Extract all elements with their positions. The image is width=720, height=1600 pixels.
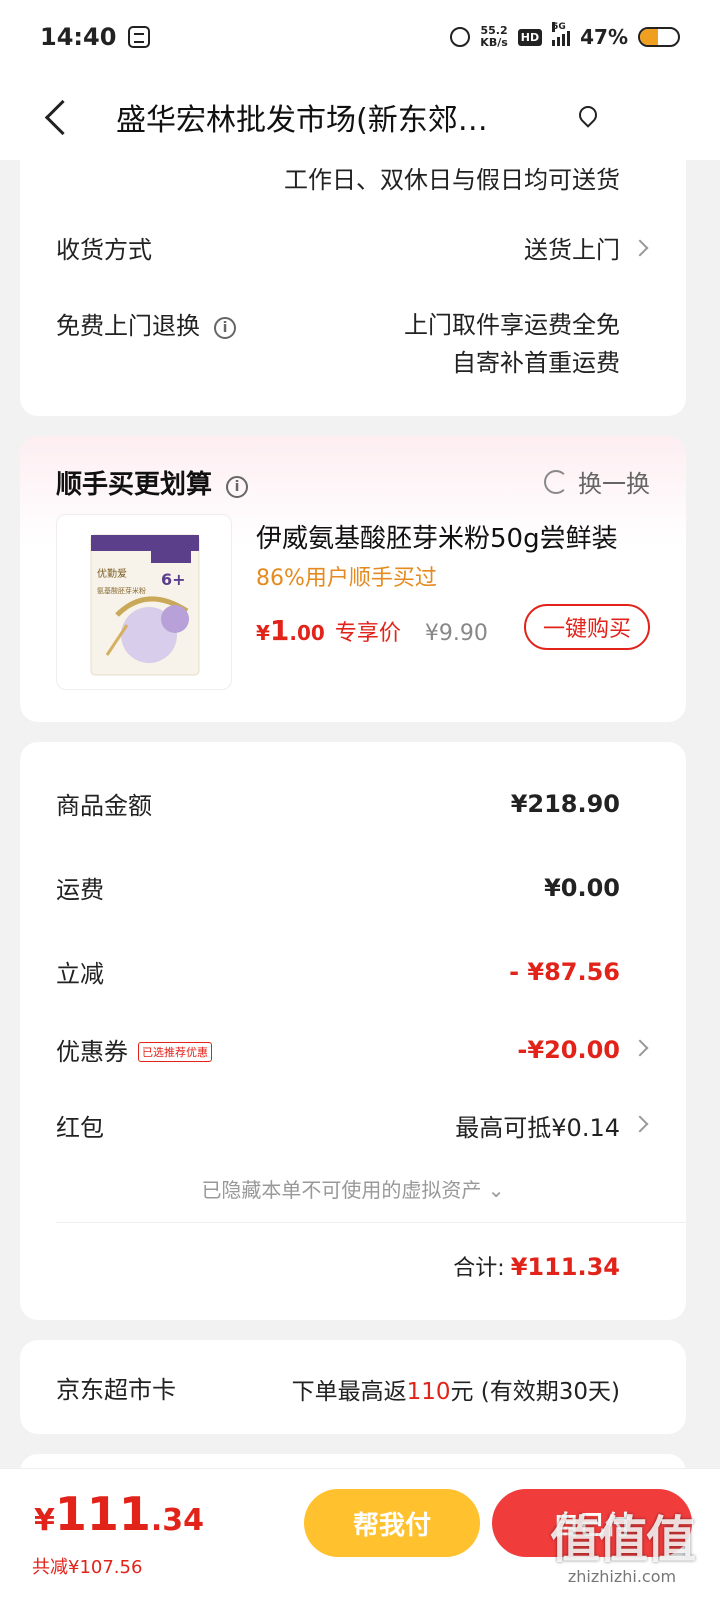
coupon-label-text: 优惠券 <box>56 1038 128 1066</box>
package-age: 6+ <box>161 570 186 589</box>
discount-label: 立减 <box>56 960 104 988</box>
hd-icon: HD <box>517 28 543 46</box>
supermarket-card-value: 下单最高返110元 (有效期30天) <box>292 1372 620 1406</box>
red-packet-label: 红包 <box>56 1114 104 1142</box>
page-title[interactable]: 盛华宏林批发市场(新东郊… <box>116 95 546 139</box>
battery-percent: 47% <box>580 25 628 49</box>
info-icon[interactable]: i <box>214 317 236 339</box>
divider <box>56 1222 686 1223</box>
price-symbol: ¥ <box>256 621 270 645</box>
social-proof: 86%用户顺手买过 <box>256 566 437 591</box>
free-return-row: 免费上门退换 i 上门取件享运费全免 自寄补首重运费 <box>56 306 620 382</box>
help-me-pay-button[interactable]: 帮我付 <box>304 1489 480 1557</box>
red-packet-value[interactable]: 最高可抵¥0.14 <box>455 1108 620 1143</box>
free-return-value-2: 自寄补首重运费 <box>452 349 620 377</box>
delivery-method-label: 收货方式 <box>56 236 152 264</box>
order-summary-card: 商品金额 ¥218.90 运费 ¥0.00 立减 - ¥87.56 优惠券 已选推… <box>20 742 686 1320</box>
total-label: 合计: <box>453 1256 505 1281</box>
message-icon <box>128 26 151 48</box>
shipping-value: ¥0.00 <box>544 873 620 902</box>
price-decimal: .00 <box>289 621 325 645</box>
free-return-label-text: 免费上门退换 <box>56 312 200 340</box>
refresh-icon <box>544 469 568 494</box>
free-return-value: 上门取件享运费全免 自寄补首重运费 <box>404 306 620 382</box>
swap-label: 换一换 <box>578 470 650 498</box>
delivery-method-value[interactable]: 送货上门 <box>524 230 620 265</box>
goods-amount-row: 商品金额 ¥218.90 <box>56 786 620 821</box>
discount-value: - ¥87.56 <box>509 957 620 986</box>
product-name[interactable]: 伊威氨基酸胚芽米粉50g尝鲜装 <box>256 518 618 555</box>
swap-button[interactable]: 换一换 <box>544 464 650 499</box>
current-price: ¥1.00 <box>256 614 325 647</box>
pay-total-integer: 111 <box>54 1487 151 1541</box>
header: 盛华宏林批发市场(新东郊… <box>0 74 720 160</box>
goods-amount-value: ¥218.90 <box>510 789 620 818</box>
back-arrow-icon[interactable] <box>28 87 88 147</box>
chevron-right-icon[interactable] <box>631 239 649 257</box>
location-pin-icon[interactable] <box>578 106 596 128</box>
battery-fill <box>640 29 658 45</box>
hidden-assets-toggle[interactable]: 已隐藏本单不可使用的虚拟资产 ⌄ <box>20 1174 686 1203</box>
price-row: ¥1.00 专享价 ¥9.90 <box>256 614 488 647</box>
supermarket-card-suffix: 元 (有效期30天) <box>450 1379 620 1405</box>
coupon-value[interactable]: -¥20.00 <box>517 1036 620 1064</box>
shipping-row: 运费 ¥0.00 <box>56 870 620 905</box>
supermarket-card-label: 京东超市卡 <box>56 1376 176 1404</box>
signal-icon: 5G <box>552 22 571 46</box>
supermarket-card-amount: 110 <box>406 1379 451 1405</box>
network-speed: 55.2 KB/s <box>480 25 507 49</box>
info-icon[interactable]: i <box>226 476 249 498</box>
watermark-url: zhizhizhi.com <box>567 1567 677 1586</box>
coupon-row[interactable]: 优惠券 已选推荐优惠 -¥20.00 <box>56 1032 620 1067</box>
original-price: ¥9.90 <box>424 621 488 646</box>
package-brand: 优勤爱 <box>97 567 127 580</box>
status-bar: 14:40 55.2 KB/s HD 5G 47% <box>0 0 720 74</box>
product-image[interactable]: 优勤爱 6+ 氨基酸胚芽米粉 <box>56 514 232 690</box>
chevron-right-icon[interactable] <box>631 1039 649 1057</box>
price-integer: 1 <box>269 614 290 647</box>
network-speed-unit: KB/s <box>480 36 508 49</box>
pay-total-decimal: .34 <box>150 1503 205 1538</box>
free-return-label: 免费上门退换 i <box>56 306 236 341</box>
battery-icon <box>638 27 680 47</box>
free-return-value-1: 上门取件享运费全免 <box>404 311 620 339</box>
status-time: 14:40 <box>40 23 117 51</box>
upsell-card: 顺手买更划算 i 换一换 优勤爱 6+ 氨基酸胚芽米粉 伊威氨基酸胚芽米粉50g尝… <box>20 436 686 722</box>
product-package-illustration: 优勤爱 6+ 氨基酸胚芽米粉 <box>90 534 200 676</box>
watermark: 值值值 zhizhizhi.com <box>550 1511 696 1586</box>
supermarket-card-prefix: 下单最高返 <box>291 1379 407 1405</box>
watermark-logo: 值值值 <box>550 1511 696 1569</box>
total-saved: 共减¥107.56 <box>32 1557 143 1578</box>
chevron-right-icon[interactable] <box>631 1115 649 1133</box>
total-row: 合计: ¥111.34 <box>453 1250 620 1282</box>
one-click-buy-button[interactable]: 一键购买 <box>524 604 650 650</box>
red-packet-row[interactable]: 红包 最高可抵¥0.14 <box>56 1108 620 1143</box>
total-value: ¥111.34 <box>510 1253 620 1281</box>
pay-currency: ¥ <box>34 1503 55 1538</box>
checkout-bar: ¥111.34 共减¥107.56 帮我付 自己付 值值值 zhizhizhi.… <box>0 1468 720 1600</box>
coupon-label: 优惠券 已选推荐优惠 <box>56 1032 212 1067</box>
upsell-title-text: 顺手买更划算 <box>56 470 213 500</box>
status-indicators: 55.2 KB/s HD 5G 47% <box>450 22 680 49</box>
delivery-method-row[interactable]: 收货方式 送货上门 <box>56 230 620 265</box>
price-tag: 专享价 <box>334 621 401 646</box>
shipping-label: 运费 <box>56 876 104 904</box>
package-desc: 氨基酸胚芽米粉 <box>97 586 146 595</box>
coupon-badge: 已选推荐优惠 <box>138 1042 212 1062</box>
discount-row: 立减 - ¥87.56 <box>56 954 620 989</box>
delivery-card: 工作日、双休日与假日均可送货 收货方式 送货上门 免费上门退换 i 上门取件享运费… <box>20 150 686 416</box>
goods-amount-label: 商品金额 <box>56 792 152 820</box>
upsell-title: 顺手买更划算 i <box>56 464 249 501</box>
network-type: 5G <box>552 22 566 32</box>
supermarket-card-row[interactable]: 京东超市卡 下单最高返110元 (有效期30天) <box>20 1340 686 1434</box>
alarm-icon <box>450 27 471 47</box>
pay-total: ¥111.34 <box>34 1487 204 1541</box>
delivery-days-note: 工作日、双休日与假日均可送货 <box>284 166 620 194</box>
